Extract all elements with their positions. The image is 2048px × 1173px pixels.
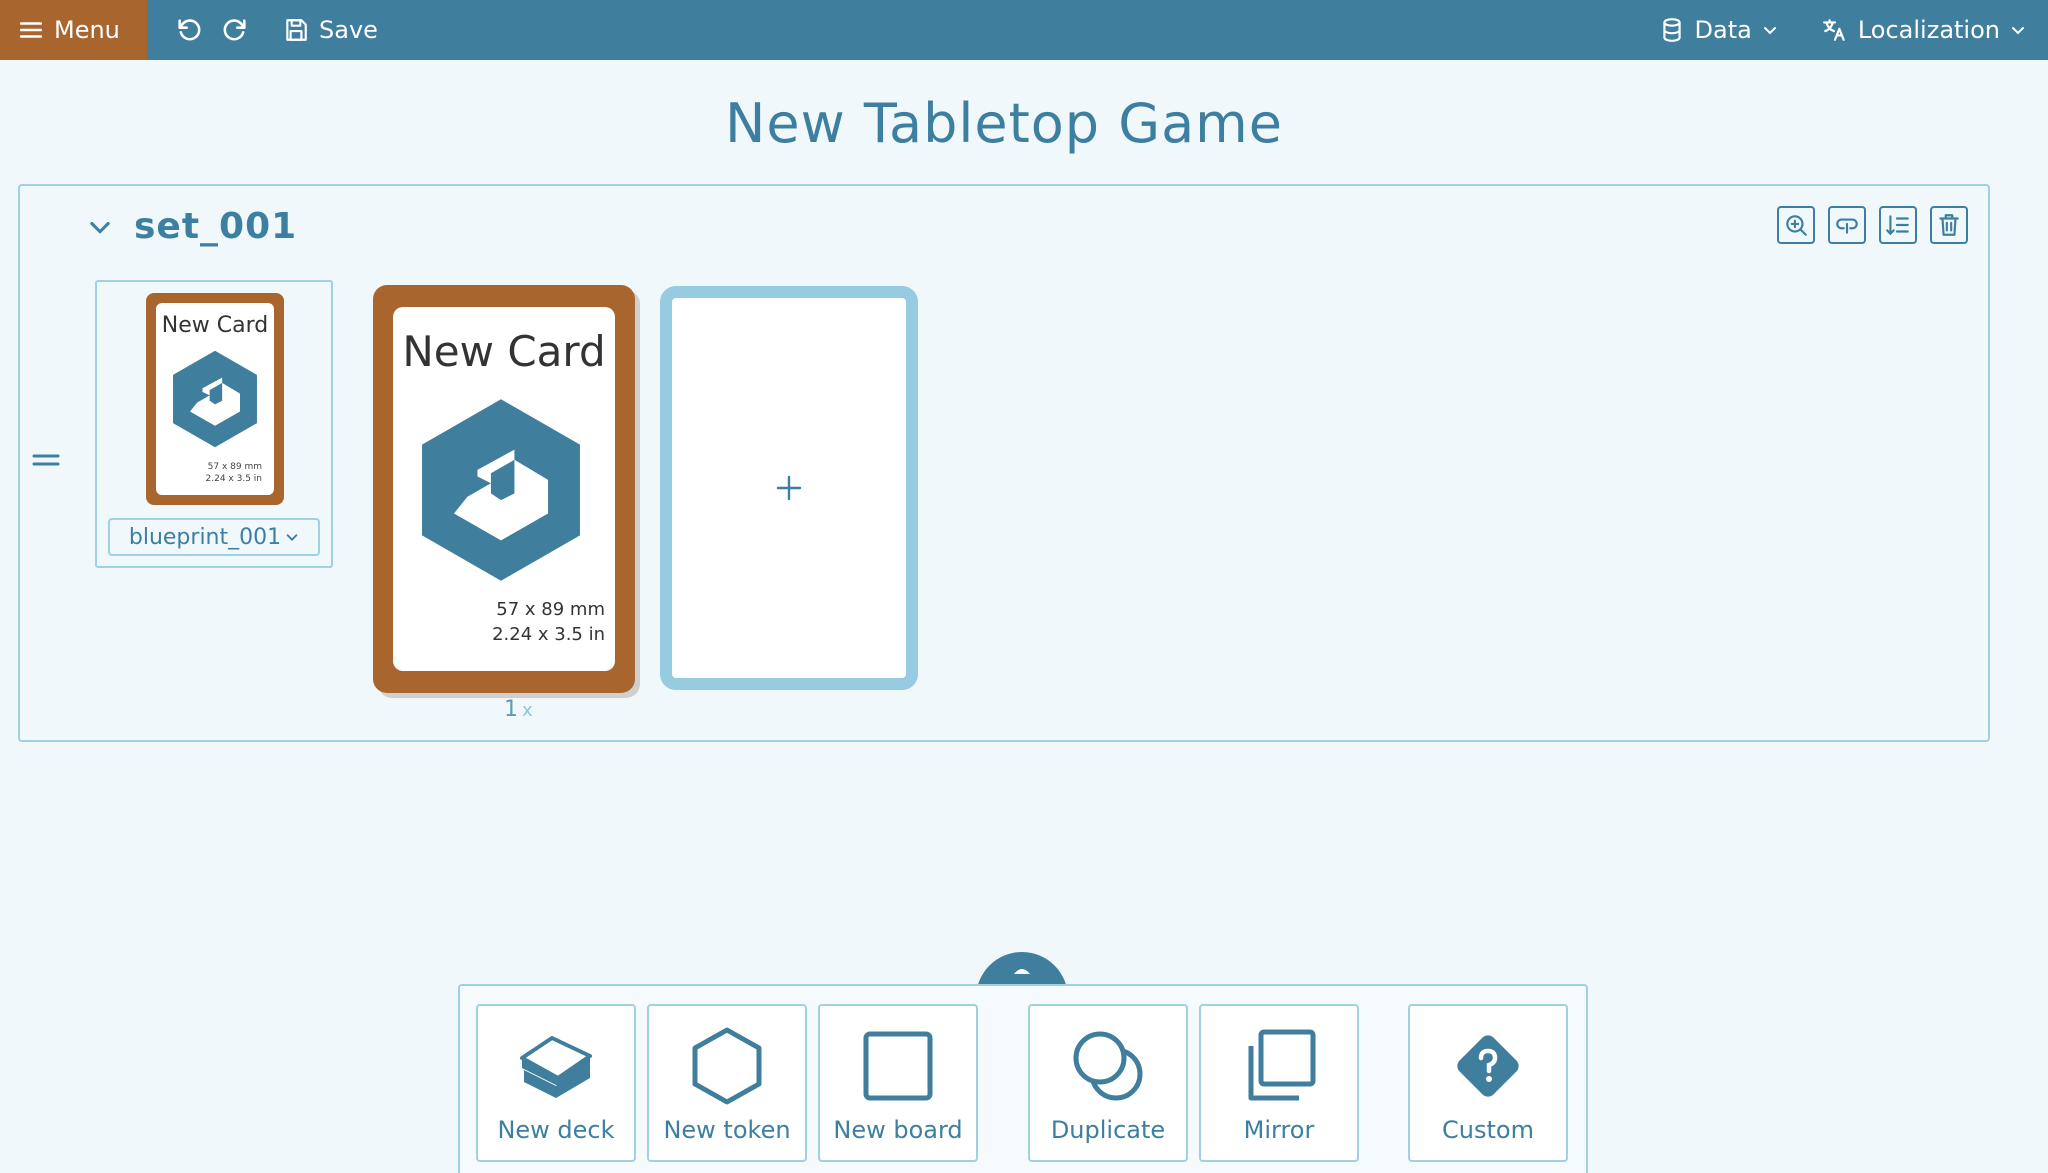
- mirror-label: Mirror: [1243, 1116, 1315, 1144]
- blueprint-card-size: 57 x 89 mm 2.24 x 3.5 in: [206, 461, 262, 485]
- blueprint-size-mm: 57 x 89 mm: [207, 462, 262, 472]
- database-icon: [1662, 18, 1681, 42]
- link-button[interactable]: [1828, 206, 1866, 244]
- set-name[interactable]: set_001: [134, 206, 297, 247]
- hamburger-icon: [19, 22, 43, 38]
- blueprint-card-title: New Card: [161, 313, 269, 338]
- drag-handle-icon[interactable]: [32, 452, 60, 468]
- blueprint-size-in: 2.24 x 3.5 in: [205, 474, 262, 484]
- game-logo-icon: [422, 399, 580, 581]
- set-panel: set_001 New Card 57 x 89 mm 2.24 x 3.5 i…: [18, 184, 1990, 742]
- duplicate-button[interactable]: Duplicate: [1028, 1004, 1188, 1162]
- blueprint-card-preview[interactable]: New Card 57 x 89 mm 2.24 x 3.5 in: [146, 293, 284, 505]
- card-size-in: 2.24 x 3.5 in: [492, 624, 605, 645]
- blueprint-card-face: New Card 57 x 89 mm 2.24 x 3.5 in: [156, 303, 274, 495]
- duplicate-label: Duplicate: [1050, 1116, 1166, 1144]
- deck-icon: [520, 1036, 592, 1098]
- card-title: New Card: [402, 327, 606, 376]
- sort-button[interactable]: [1879, 206, 1917, 244]
- card-count-value: 1: [504, 697, 518, 722]
- zoom-button[interactable]: [1777, 206, 1815, 244]
- custom-button[interactable]: Custom: [1408, 1004, 1568, 1162]
- new-token-label: New token: [663, 1116, 791, 1144]
- delete-button[interactable]: [1930, 206, 1968, 244]
- duplicate-icon: [1073, 1031, 1143, 1101]
- data-dropdown[interactable]: Data: [1659, 16, 1778, 44]
- card-size-mm: 57 x 89 mm: [496, 599, 605, 620]
- topbar-right: Data Localization: [1659, 0, 2026, 60]
- chevron-down-icon: [1763, 27, 1776, 35]
- game-logo-icon: [173, 350, 257, 448]
- caret-up-icon: [1014, 969, 1030, 974]
- data-label: Data: [1694, 16, 1752, 44]
- undo-icon: [178, 19, 201, 41]
- card-face: New Card 57 x 89 mm 2.24 x 3.5 in: [393, 307, 615, 671]
- localization-dropdown[interactable]: Localization: [1822, 16, 2026, 44]
- chevron-down-icon: [286, 534, 298, 541]
- floppy-icon: [286, 19, 307, 41]
- save-button[interactable]: Save: [283, 16, 378, 44]
- chevron-down-icon: [2012, 27, 2024, 35]
- localization-label: Localization: [1857, 16, 2000, 44]
- menu-button[interactable]: Menu: [0, 0, 147, 60]
- mirror-icon: [1248, 1029, 1316, 1101]
- square-icon: [863, 1031, 933, 1101]
- new-deck-button[interactable]: New deck: [476, 1004, 636, 1162]
- new-board-label: New board: [833, 1116, 963, 1144]
- redo-button[interactable]: [219, 14, 251, 46]
- translate-icon: [1822, 19, 1845, 41]
- page-title[interactable]: New Tabletop Game: [0, 92, 2008, 155]
- card-size: 57 x 89 mm 2.24 x 3.5 in: [492, 597, 605, 647]
- creation-toolbar: New deck New token New board Duplicate M…: [458, 984, 1588, 1173]
- card[interactable]: New Card 57 x 89 mm 2.24 x 3.5 in: [373, 285, 635, 693]
- blueprint-box[interactable]: New Card 57 x 89 mm 2.24 x 3.5 in bluepr…: [95, 280, 333, 568]
- blueprint-select[interactable]: blueprint_001: [108, 518, 320, 556]
- save-label: Save: [319, 16, 378, 44]
- custom-label: Custom: [1442, 1116, 1534, 1144]
- mirror-button[interactable]: Mirror: [1199, 1004, 1359, 1162]
- card-count[interactable]: 1x: [504, 697, 533, 722]
- new-token-button[interactable]: New token: [647, 1004, 807, 1162]
- redo-icon: [223, 19, 246, 41]
- undo-button[interactable]: [173, 14, 205, 46]
- new-deck-label: New deck: [497, 1116, 615, 1144]
- plus-icon: [776, 475, 802, 501]
- zoom-in-icon: [1786, 215, 1807, 236]
- add-card-button[interactable]: [660, 286, 918, 690]
- sort-icon: [1886, 215, 1909, 236]
- link-icon: [1836, 218, 1858, 234]
- top-bar: Menu Save Data Localization: [0, 0, 2048, 60]
- hexagon-icon: [692, 1027, 762, 1105]
- blueprint-select-value: blueprint_001: [128, 524, 282, 550]
- menu-label: Menu: [54, 16, 120, 44]
- question-diamond-icon: [1457, 1035, 1519, 1097]
- new-board-button[interactable]: New board: [818, 1004, 978, 1162]
- set-actions: [1777, 206, 1968, 244]
- card-count-suffix: x: [522, 700, 533, 721]
- trash-icon: [1939, 214, 1959, 236]
- chevron-down-icon[interactable]: [86, 213, 114, 241]
- set-header: set_001: [86, 206, 297, 247]
